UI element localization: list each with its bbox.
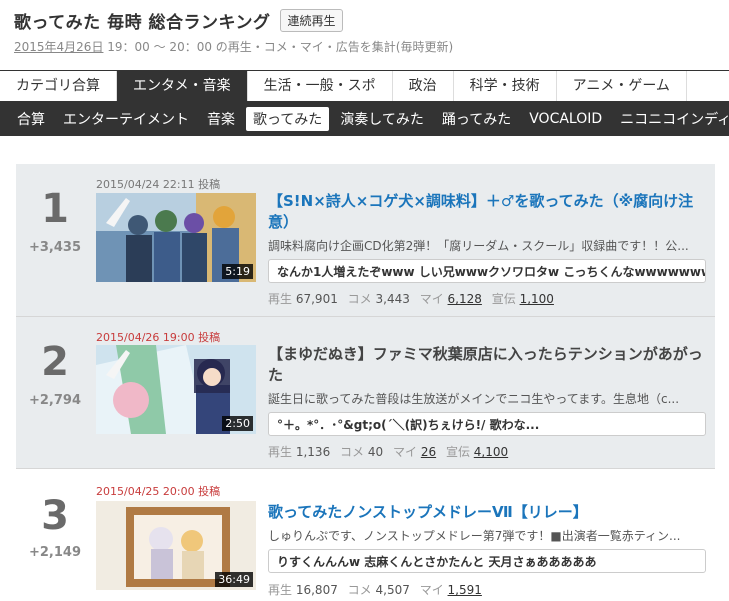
play-label: 再生 bbox=[268, 292, 293, 306]
subnav-entertainment[interactable]: エンターテイメント bbox=[56, 107, 196, 131]
comment-label: コメ bbox=[347, 292, 372, 306]
video-duration: 5:19 bbox=[222, 264, 253, 279]
play-count: 1,136 bbox=[295, 445, 331, 459]
video-stats: 再生 16,807 コメ 4,507 マイ 1,591 bbox=[268, 581, 482, 598]
ranking-item: 2 +2,794 2015/04/26 19:00 投稿 2:50 【まゆだぬき… bbox=[16, 317, 715, 469]
ad-label: 宣伝 bbox=[445, 445, 470, 459]
video-title[interactable]: 歌ってみたノンストップメドレーⅦ【リレー】 bbox=[268, 502, 708, 523]
comment-count: 3,443 bbox=[375, 292, 410, 306]
ranking-list: 1 +3,435 2015/04/24 22:11 投稿 5:19 【S!N×詩… bbox=[16, 164, 715, 601]
mylist-count-link[interactable]: 6,128 bbox=[448, 292, 482, 306]
post-date: 2015/04/26 19:00 投稿 bbox=[96, 331, 221, 344]
tab-entertainment-music[interactable]: エンタメ・音楽 bbox=[117, 71, 248, 101]
mylist-label: マイ bbox=[419, 292, 444, 306]
tab-science-tech[interactable]: 科学・技術 bbox=[454, 71, 557, 101]
rank-number: 1 bbox=[41, 186, 69, 232]
play-count: 67,901 bbox=[295, 292, 338, 306]
tab-politics[interactable]: 政治 bbox=[393, 71, 454, 101]
video-description: しゅりんぷです、ノンストップメドレー第7弾です！■出演者一覧赤ティン... bbox=[268, 529, 681, 543]
video-duration: 2:50 bbox=[222, 416, 253, 431]
video-thumbnail[interactable]: 2:50 bbox=[96, 345, 256, 434]
subnav-music[interactable]: 音楽 bbox=[200, 107, 242, 131]
aggregation-info: 2015年4月26日 19：00 ～ 20：00 の再生・コメ・マイ・広告を集計… bbox=[14, 38, 729, 55]
post-date: 2015/04/25 20:00 投稿 bbox=[96, 485, 221, 498]
mylist-label: マイ bbox=[419, 583, 444, 597]
page-title: 歌ってみた 毎時 総合ランキング bbox=[14, 13, 271, 33]
subnav-all[interactable]: 合算 bbox=[10, 107, 52, 131]
mylist-label: マイ bbox=[392, 445, 417, 459]
ranking-item: 3 +2,149 2015/04/25 20:00 投稿 36:49 歌ってみた… bbox=[16, 469, 715, 601]
subnav-play[interactable]: 演奏してみた bbox=[333, 107, 431, 131]
subnav-vocaloid[interactable]: VOCALOID bbox=[522, 109, 609, 129]
ad-label: 宣伝 bbox=[491, 292, 516, 306]
category-tabs: カテゴリ合算 エンタメ・音楽 生活・一般・スポ 政治 科学・技術 アニメ・ゲーム bbox=[0, 70, 729, 102]
time-range-text: 19：00 ～ 20：00 の再生・コメ・マイ・広告を集計(毎時更新) bbox=[103, 40, 454, 54]
genre-subnav: 合算 エンターテイメント 音楽 歌ってみた 演奏してみた 踊ってみた VOCAL… bbox=[0, 102, 729, 136]
play-label: 再生 bbox=[268, 583, 293, 597]
video-stats: 再生 67,901 コメ 3,443 マイ 6,128 宣伝 1,100 bbox=[268, 290, 554, 307]
rank-number: 2 bbox=[41, 339, 69, 385]
date-link[interactable]: 2015年4月26日 bbox=[14, 40, 103, 54]
comment-count: 4,507 bbox=[375, 583, 410, 597]
latest-comment: なんか1人増えたぞwww しい兄wwwクソワロタw こっちくんなwwwwwww bbox=[268, 259, 706, 283]
video-title[interactable]: 【S!N×詩人×コゲ犬×調味料】＋♂を歌ってみた（※腐向け注意） bbox=[268, 191, 708, 233]
page-header: 歌ってみた 毎時 総合ランキング 連続再生 2015年4月26日 19：00 ～… bbox=[14, 8, 729, 55]
subnav-indies[interactable]: ニコニコインディーズ bbox=[613, 107, 729, 131]
rank-point-diff: +3,435 bbox=[28, 240, 81, 255]
play-label: 再生 bbox=[268, 445, 293, 459]
comment-label: コメ bbox=[340, 445, 365, 459]
comment-label: コメ bbox=[347, 583, 372, 597]
ad-count-link[interactable]: 1,100 bbox=[520, 292, 554, 306]
tab-life-general-sports[interactable]: 生活・一般・スポ bbox=[248, 71, 393, 101]
play-count: 16,807 bbox=[295, 583, 338, 597]
rank-number: 3 bbox=[41, 493, 69, 539]
video-duration: 36:49 bbox=[215, 572, 253, 587]
video-description: 調味料腐向け企画CD化第2弾！「腐リーダム・スクール」収録曲です！！公... bbox=[268, 239, 689, 253]
video-thumbnail[interactable]: 36:49 bbox=[96, 501, 256, 590]
subnav-dance[interactable]: 踊ってみた bbox=[435, 107, 518, 131]
rank-point-diff: +2,794 bbox=[28, 393, 81, 408]
video-thumbnail[interactable]: 5:19 bbox=[96, 193, 256, 282]
ranking-item: 1 +3,435 2015/04/24 22:11 投稿 5:19 【S!N×詩… bbox=[16, 164, 715, 317]
post-date: 2015/04/24 22:11 投稿 bbox=[96, 178, 221, 191]
latest-comment: りすくんんんw 志麻くんとさかたんと 天月さぁあああああ bbox=[268, 549, 706, 573]
mylist-count-link[interactable]: 1,591 bbox=[448, 583, 482, 597]
comment-count: 40 bbox=[367, 445, 384, 459]
tab-category-all[interactable]: カテゴリ合算 bbox=[0, 71, 117, 101]
rank-point-diff: +2,149 bbox=[28, 545, 81, 560]
ad-count-link[interactable]: 4,100 bbox=[474, 445, 508, 459]
latest-comment: °＋。*°．･°&gt;o(´＼(訳)ちぇけら!/ 歌わな... bbox=[268, 412, 706, 436]
subnav-sing[interactable]: 歌ってみた bbox=[246, 107, 330, 131]
video-description: 誕生日に歌ってみた普段は生放送がメインでニコ生やってます。生息地（c... bbox=[268, 392, 680, 406]
video-title[interactable]: 【まゆだぬき】ファミマ秋葉原店に入ったらテンションがあがった bbox=[268, 344, 708, 386]
tab-anime-game[interactable]: アニメ・ゲーム bbox=[557, 71, 687, 101]
mylist-count-link[interactable]: 26 bbox=[421, 445, 436, 459]
continuous-play-button[interactable]: 連続再生 bbox=[280, 9, 343, 32]
video-stats: 再生 1,136 コメ 40 マイ 26 宣伝 4,100 bbox=[268, 443, 508, 460]
